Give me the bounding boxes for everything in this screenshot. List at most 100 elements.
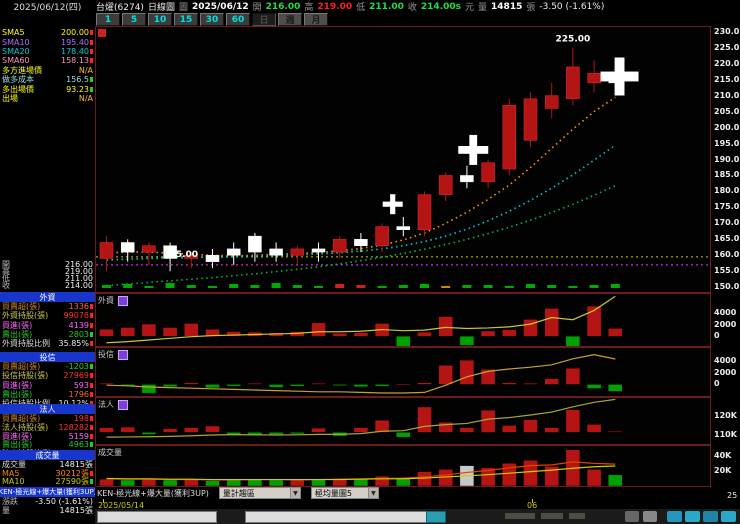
row-label: SMA5	[2, 28, 25, 38]
chart-icon: 圖	[178, 3, 188, 13]
sidebar-row: MA10 27590張	[0, 477, 95, 486]
interval-button-30[interactable]: 30	[200, 13, 224, 26]
axis-bottom-value: 25	[727, 491, 738, 500]
axis-tick-label: 40K	[714, 450, 732, 460]
panel-title-text: 外資	[98, 296, 114, 305]
indicator-dropdown-1[interactable]: 量計趨區 ▼	[218, 487, 301, 499]
taskbar-button[interactable]	[721, 511, 736, 522]
row-value: 27590張	[56, 476, 93, 487]
row-value: 195.40	[61, 38, 93, 47]
row-value: 93.23	[66, 85, 93, 94]
chevron-down-icon[interactable]: ▼	[367, 488, 378, 498]
price-tick-label: 150.0	[714, 282, 740, 292]
row-value: N/A	[78, 93, 93, 103]
interval-button-1[interactable]: 1	[96, 13, 120, 26]
成交量-chart[interactable]	[96, 446, 710, 486]
price-tick-label: 170.0	[714, 218, 740, 228]
sidebar-row: 量 14815張	[0, 506, 95, 515]
window-text-fragment	[505, 513, 535, 519]
interval-button-60[interactable]: 60	[226, 13, 250, 26]
volume-label: 量	[478, 3, 488, 13]
panel-title-text: 成交量	[98, 448, 122, 457]
axis-tick-label: 0	[714, 331, 720, 341]
price-tick-label: 155.0	[714, 266, 740, 276]
price-tick-label: 230.0	[714, 26, 740, 36]
row-value: 200.00	[61, 28, 93, 37]
change-value: -3.50 (-1.61%)	[539, 1, 605, 12]
row-label: SMA10	[2, 37, 30, 47]
row-label: 量	[2, 506, 10, 515]
row-label: MA10	[2, 477, 25, 487]
institution-panel[interactable]: 法人	[95, 397, 711, 445]
price-tick-label: 220.0	[714, 58, 740, 68]
axis-tick-label: 120K	[714, 410, 737, 420]
row-value: 214.00	[65, 281, 93, 290]
sidebar-row: SMA10 195.40	[0, 37, 95, 47]
price-tick-label: 200.0	[714, 122, 740, 132]
period-button-日[interactable]: 日	[252, 13, 276, 26]
axis-tick-label: 4000	[714, 356, 737, 366]
price-tick-label: 165.0	[714, 234, 740, 244]
row-value: 198	[74, 414, 93, 423]
unit-label: 元	[465, 3, 475, 13]
quote-date: 2025/06/12	[191, 1, 249, 12]
value-mark	[90, 433, 93, 439]
axis-tick-label: 0	[714, 379, 720, 389]
row-value: 14815張	[59, 506, 93, 515]
price-tick-label: 225.0	[714, 42, 740, 52]
sidebar-section-2: 投信 買賣超(張) -1203 投信持股(張) 27969 買進(張) 593 賣出(張) 17…	[0, 352, 95, 408]
interval-button-10[interactable]: 10	[148, 13, 172, 26]
period-button-週[interactable]: 週	[278, 13, 302, 26]
row-value: 178.40	[61, 47, 93, 56]
sidebar-row: SMA20 178.40	[0, 47, 95, 56]
bottom-window-strip	[95, 509, 740, 524]
row-value: 5159	[69, 432, 93, 441]
close-label: 收	[407, 3, 417, 13]
text-input[interactable]	[97, 511, 217, 523]
main-candlestick-panel[interactable]: 225.00 155.00	[95, 26, 711, 293]
投信-chart[interactable]	[96, 348, 710, 396]
value-mark	[90, 392, 93, 398]
foreign-investor-panel[interactable]: 外資	[95, 293, 711, 347]
price-tick-label: 210.0	[714, 90, 740, 100]
row-value: 1796	[69, 390, 93, 399]
stock-chart-app: 2025/06/12(四) 台燿(6274) 日線圖 圖 2025/06/12 …	[0, 0, 740, 524]
volume-panel[interactable]: 成交量	[95, 445, 711, 487]
high-label: 高	[304, 3, 314, 13]
indicator-dropdown-1-value: 量計趨區	[222, 488, 255, 498]
indicator-dropdown-2[interactable]: 極均量圖5 ▼	[310, 487, 379, 499]
sidebar-section-4: 成交量 成交量 14815張 MA5 30212張 MA10 27590張	[0, 450, 95, 486]
chevron-down-icon[interactable]: ▼	[289, 488, 300, 498]
confirm-button[interactable]	[426, 511, 446, 523]
taskbar-button[interactable]	[643, 511, 657, 522]
row-value: N/A	[78, 65, 93, 75]
成交量-axis: 40K 20K	[712, 445, 740, 487]
volume-unit: 張	[526, 3, 536, 13]
value-mark	[90, 364, 93, 370]
interval-button-5[interactable]: 5	[122, 13, 146, 26]
volume-value: 14815	[491, 1, 523, 12]
x-axis-tick	[532, 499, 533, 503]
period-button-月[interactable]: 月	[304, 13, 328, 26]
value-mark	[90, 86, 93, 92]
taskbar-button[interactable]	[625, 511, 639, 522]
row-label: 外資持股比例	[2, 339, 50, 349]
taskbar-button[interactable]	[667, 511, 682, 522]
price-tick-label: 190.0	[714, 154, 740, 164]
taskbar-button[interactable]	[703, 511, 718, 522]
value-mark	[90, 313, 93, 319]
taskbar-button[interactable]	[685, 511, 700, 522]
text-input[interactable]	[245, 511, 427, 523]
法人-chart[interactable]	[96, 398, 710, 444]
trust-panel[interactable]: 投信	[95, 347, 711, 397]
row-value: -1203	[66, 362, 93, 371]
value-mark	[90, 39, 93, 45]
window-text-fragment	[541, 513, 563, 519]
外資-chart[interactable]	[96, 294, 710, 346]
interval-button-15[interactable]: 15	[174, 13, 198, 26]
panel-title: 法人	[98, 399, 128, 410]
main-candlestick-chart[interactable]: 225.00 155.00	[96, 27, 710, 292]
row-value: 156.5	[66, 75, 93, 84]
status-date: 2025/06/12(四)	[13, 3, 82, 13]
value-mark	[90, 373, 93, 379]
